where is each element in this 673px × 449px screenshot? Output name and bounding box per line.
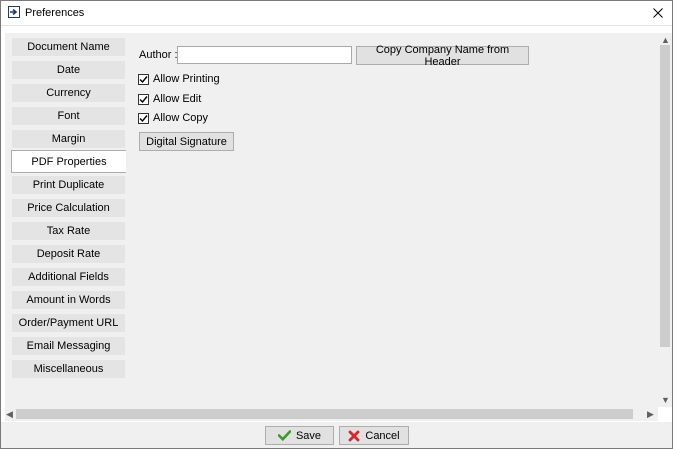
scroll-down-icon[interactable]: ▼ xyxy=(661,395,670,405)
sidebar-item-additional-fields[interactable]: Additional Fields xyxy=(11,267,126,287)
cancel-label: Cancel xyxy=(365,429,400,442)
allow-copy-label: Allow Copy xyxy=(153,112,209,124)
sidebar-item-currency[interactable]: Currency xyxy=(11,83,126,103)
sidebar-item-label: Margin xyxy=(51,133,86,145)
copy-company-name-button[interactable]: Copy Company Name from Header xyxy=(356,43,529,68)
author-label: Author : xyxy=(139,49,178,61)
checkmark-icon xyxy=(139,95,148,103)
sidebar-item-label: Currency xyxy=(46,87,91,99)
sidebar-item-label: Tax Rate xyxy=(46,225,91,237)
sidebar-item-label: Document Name xyxy=(27,41,110,53)
sidebar-item-label: Print Duplicate xyxy=(32,179,105,191)
allow-edit-checkbox[interactable] xyxy=(138,93,149,105)
sidebar-item-order-payment-url[interactable]: Order/Payment URL xyxy=(11,313,126,333)
cancel-button[interactable]: Cancel xyxy=(339,426,409,445)
horizontal-scroll-thumb[interactable] xyxy=(16,409,633,419)
allow-printing-row[interactable]: Allow Printing xyxy=(138,72,220,86)
sidebar-item-pdf-properties[interactable]: PDF Properties xyxy=(11,150,127,173)
content-area: Document Name Date Currency Font Margin … xyxy=(5,33,658,407)
save-button[interactable]: Save xyxy=(265,426,334,445)
sidebar-item-font[interactable]: Font xyxy=(11,106,126,126)
export-icon xyxy=(8,6,20,18)
cross-icon xyxy=(348,430,360,441)
checkmark-icon xyxy=(139,75,148,83)
vertical-scrollbar[interactable]: ▲ ▼ xyxy=(658,33,672,407)
sidebar-item-price-calculation[interactable]: Price Calculation xyxy=(11,198,126,218)
sidebar-item-label: Additional Fields xyxy=(28,271,109,283)
preferences-body: Document Name Date Currency Font Margin … xyxy=(1,26,672,422)
digital-signature-button[interactable]: Digital Signature xyxy=(139,132,234,151)
sidebar-item-label: Deposit Rate xyxy=(36,248,101,260)
close-icon xyxy=(653,8,663,18)
sidebar-item-tax-rate[interactable]: Tax Rate xyxy=(11,221,126,241)
scroll-right-icon[interactable]: ▶ xyxy=(647,409,654,419)
sidebar-item-miscellaneous[interactable]: Miscellaneous xyxy=(11,359,126,379)
sidebar-item-date[interactable]: Date xyxy=(11,60,126,80)
allow-copy-row[interactable]: Allow Copy xyxy=(138,111,208,125)
sidebar-item-label: Email Messaging xyxy=(26,340,111,352)
scroll-up-icon[interactable]: ▲ xyxy=(661,35,670,45)
digital-signature-label: Digital Signature xyxy=(146,135,227,148)
checkmark-icon xyxy=(139,114,148,122)
sidebar-item-label: Order/Payment URL xyxy=(18,317,119,329)
title-bar: Preferences xyxy=(1,1,672,26)
sidebar-item-label: Date xyxy=(56,64,81,76)
close-button[interactable] xyxy=(644,1,672,25)
sidebar-item-amount-in-words[interactable]: Amount in Words xyxy=(11,290,126,310)
allow-printing-label: Allow Printing xyxy=(153,73,220,85)
sidebar-item-label: Amount in Words xyxy=(26,294,111,306)
save-label: Save xyxy=(295,429,322,442)
scroll-left-icon[interactable]: ◀ xyxy=(6,409,13,419)
sidebar-item-margin[interactable]: Margin xyxy=(11,129,126,149)
sidebar-item-print-duplicate[interactable]: Print Duplicate xyxy=(11,175,126,195)
sidebar-item-label: PDF Properties xyxy=(31,156,107,168)
allow-edit-row[interactable]: Allow Edit xyxy=(138,92,201,106)
vertical-scroll-thumb[interactable] xyxy=(660,45,670,347)
horizontal-scrollbar[interactable]: ◀ ▶ xyxy=(5,407,658,421)
allow-edit-label: Allow Edit xyxy=(153,93,202,105)
window-title: Preferences xyxy=(25,7,85,19)
sidebar-item-deposit-rate[interactable]: Deposit Rate xyxy=(11,244,126,264)
sidebar-item-label: Miscellaneous xyxy=(33,363,104,375)
allow-copy-checkbox[interactable] xyxy=(138,112,149,124)
preferences-window: Preferences Document Name Date Currency … xyxy=(0,0,673,449)
checkmark-icon xyxy=(277,430,291,441)
author-input[interactable] xyxy=(177,46,352,64)
sidebar-item-document-name[interactable]: Document Name xyxy=(11,37,126,57)
sidebar-item-label: Price Calculation xyxy=(27,202,110,214)
pdf-properties-panel: Author : Copy Company Name from Header A… xyxy=(126,33,658,407)
dialog-footer: Save Cancel xyxy=(1,422,672,448)
sidebar-item-label: Font xyxy=(57,110,80,122)
sidebar-item-email-messaging[interactable]: Email Messaging xyxy=(11,336,126,356)
copy-company-name-label: Copy Company Name from Header xyxy=(375,43,510,68)
allow-printing-checkbox[interactable] xyxy=(138,73,149,85)
